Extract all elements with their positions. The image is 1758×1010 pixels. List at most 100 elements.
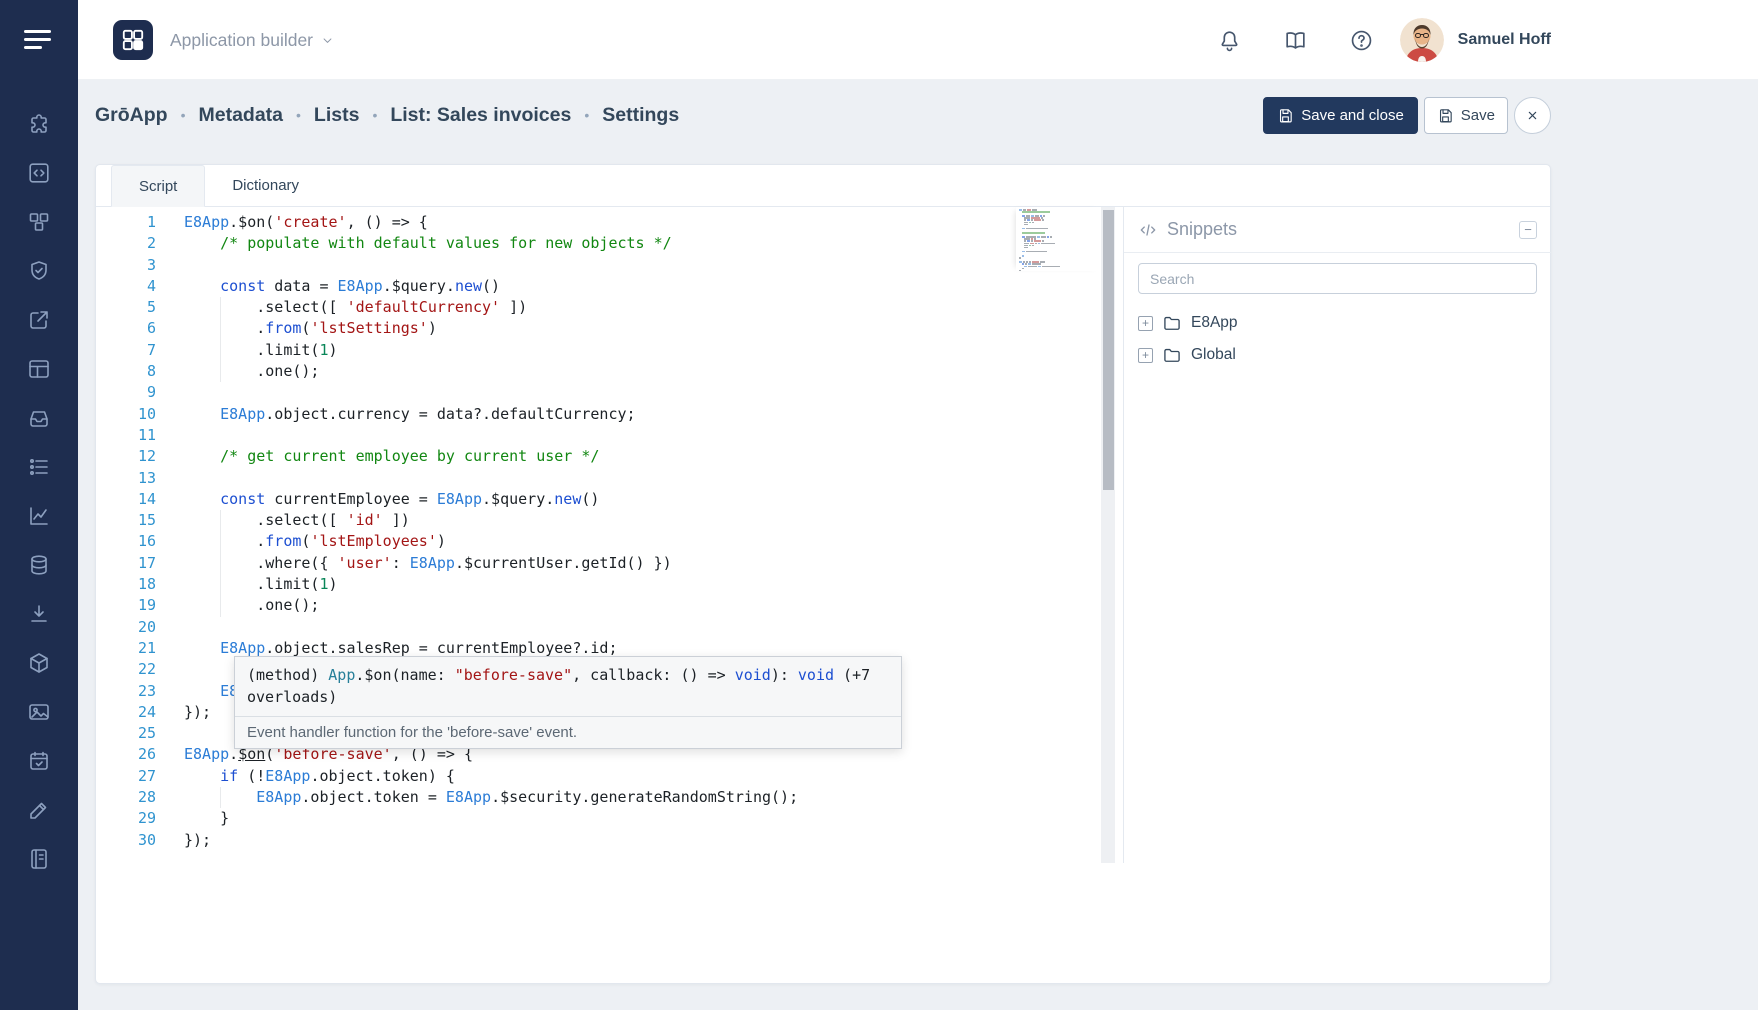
breadcrumb-separator: • [296,107,301,123]
close-button[interactable] [1514,97,1551,134]
pen-icon[interactable] [27,798,51,822]
script-editor[interactable]: 1234567891011121314151617181920212223242… [96,207,1123,863]
code-line[interactable]: /* populate with default values for new … [184,233,798,254]
code-line[interactable]: .from('lstSettings') [184,318,798,339]
breadcrumb-item: Settings [602,104,679,127]
app-switcher[interactable]: Application builder [170,0,335,80]
code-line[interactable]: /* get current employee by current user … [184,446,798,467]
app-logo[interactable] [113,20,153,60]
docs-icon[interactable] [1283,28,1308,53]
indent-guide [220,574,221,595]
code-line[interactable]: .limit(1) [184,574,798,595]
save-and-close-button[interactable]: Save and close [1263,97,1418,134]
code-line[interactable]: E8App.object.token = E8App.$security.gen… [184,787,798,808]
database-icon[interactable] [27,553,51,577]
code-line[interactable] [184,617,798,638]
minimap[interactable] [1016,207,1102,271]
line-number: 20 [126,617,156,638]
expand-icon[interactable]: + [1138,348,1153,363]
list-icon[interactable] [27,455,51,479]
code-line[interactable]: .select([ 'id' ]) [184,510,798,531]
indent-guide [220,787,221,808]
code-line[interactable] [184,425,798,446]
line-number: 7 [126,340,156,361]
code-line[interactable]: E8App.object.currency = data?.defaultCur… [184,404,798,425]
journal-icon[interactable] [27,847,51,871]
code-line[interactable]: .where({ 'user': E8App.$currentUser.getI… [184,553,798,574]
avatar[interactable] [1400,18,1444,62]
code-line[interactable]: }); [184,830,798,851]
breadcrumb-item[interactable]: List: Sales invoices [390,104,571,127]
layout-icon[interactable] [27,357,51,381]
topbar: Application builder Samuel Hoff [78,0,1758,80]
line-number: 18 [126,574,156,595]
image-icon[interactable] [27,700,51,724]
line-number: 10 [126,404,156,425]
editor-scrollbar[interactable] [1101,207,1115,863]
line-number: 9 [126,382,156,403]
package-icon[interactable] [27,651,51,675]
breadcrumb-item[interactable]: GrōApp [95,104,168,127]
code-line[interactable]: E8App.$on('create', () => { [184,212,798,233]
code-line[interactable]: .from('lstEmployees') [184,531,798,552]
chart-icon[interactable] [27,504,51,528]
line-number: 28 [126,787,156,808]
calendar-check-icon[interactable] [27,749,51,773]
line-number: 8 [126,361,156,382]
line-number: 19 [126,595,156,616]
code-line[interactable]: } [184,808,798,829]
line-number: 23 [126,681,156,702]
line-number: 29 [126,808,156,829]
line-number: 17 [126,553,156,574]
scrollbar-thumb[interactable] [1103,210,1114,490]
snippet-group-global[interactable]: + Global [1138,342,1537,368]
code-line[interactable] [184,468,798,489]
indent-guide [220,510,221,531]
code-icon[interactable] [27,161,51,185]
line-number: 15 [126,510,156,531]
indent-guide [220,361,221,382]
external-link-icon[interactable] [27,308,51,332]
sidebar-nav [0,112,78,871]
indent-guide [220,340,221,361]
snippets-search-input[interactable] [1138,263,1537,294]
breadcrumb-item[interactable]: Lists [314,104,360,127]
snippet-group-label: Global [1191,346,1236,364]
line-number: 14 [126,489,156,510]
snippet-group-e8app[interactable]: +E8App [1138,310,1537,336]
tooltip-signature: (method) App.$on(name: "before-save", ca… [235,657,901,716]
save-button[interactable]: Save [1424,97,1508,134]
tab-dictionary[interactable]: Dictionary [205,165,326,206]
indent-guide [220,553,221,574]
snippets-tree: +E8App+Global [1124,294,1551,390]
tab-script[interactable]: Script [111,165,205,207]
folder-icon [1162,313,1182,333]
hover-tooltip: (method) App.$on(name: "before-save", ca… [234,656,902,749]
breadcrumb-separator: • [372,107,377,123]
user-name[interactable]: Samuel Hoff [1458,31,1551,49]
code-line[interactable]: .limit(1) [184,340,798,361]
code-line[interactable]: .select([ 'defaultCurrency' ]) [184,297,798,318]
line-number: 21 [126,638,156,659]
help-icon[interactable] [1349,28,1374,53]
expand-icon[interactable]: + [1138,316,1153,331]
puzzle-icon[interactable] [27,112,51,136]
code-line[interactable]: const currentEmployee = E8App.$query.new… [184,489,798,510]
code-line[interactable]: if (!E8App.object.token) { [184,766,798,787]
code-line[interactable]: const data = E8App.$query.new() [184,276,798,297]
breadcrumb-separator: • [181,107,186,123]
menu-toggle-button[interactable] [24,30,54,52]
code-line[interactable] [184,382,798,403]
collapse-panel-button[interactable]: − [1519,221,1537,239]
notifications-icon[interactable] [1217,28,1242,53]
shield-icon[interactable] [27,259,51,283]
code-line[interactable]: .one(); [184,361,798,382]
line-number: 16 [126,531,156,552]
inbox-icon[interactable] [27,406,51,430]
breadcrumb-item[interactable]: Metadata [198,104,283,127]
blocks-icon[interactable] [27,210,51,234]
download-icon[interactable] [27,602,51,626]
code-line[interactable] [184,255,798,276]
line-numbers: 1234567891011121314151617181920212223242… [126,212,156,851]
code-line[interactable]: .one(); [184,595,798,616]
